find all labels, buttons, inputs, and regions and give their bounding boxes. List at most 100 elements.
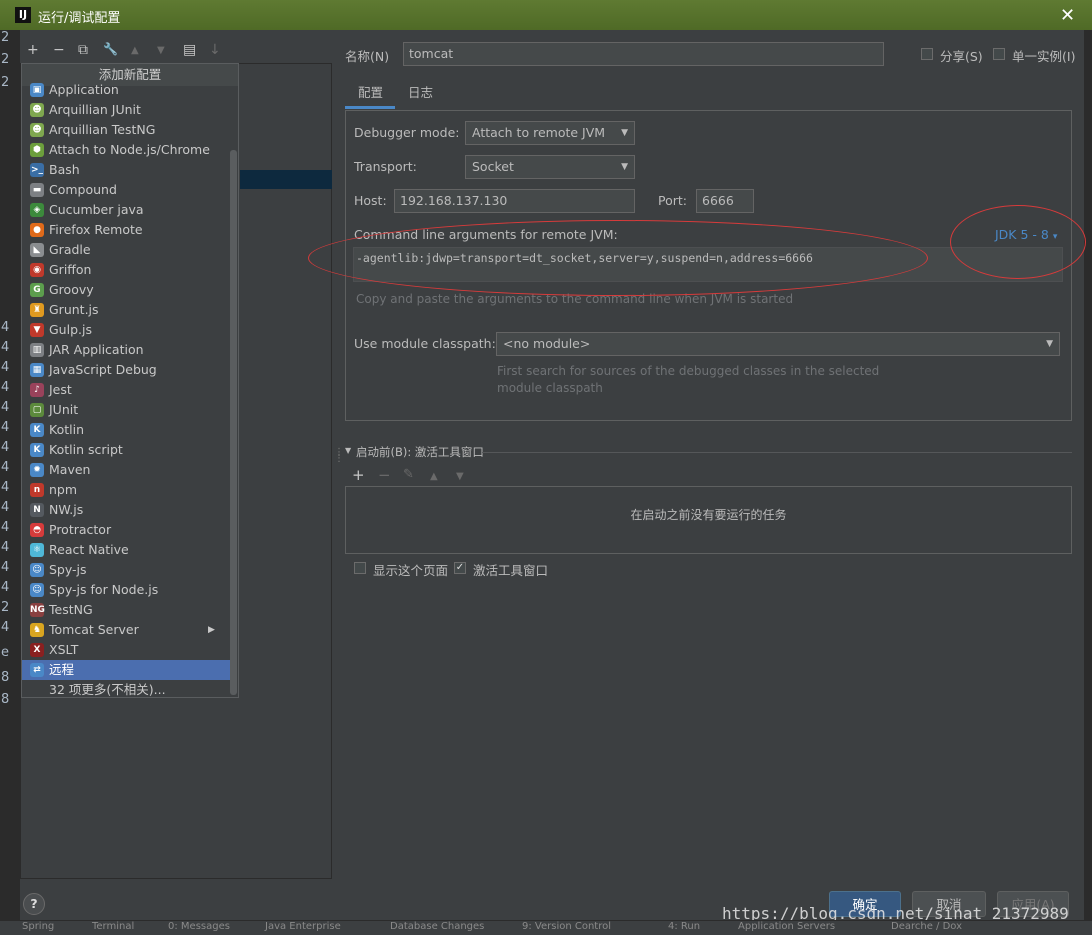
show-page-checkbox[interactable]	[354, 562, 366, 574]
bottom-tool-tab[interactable]: Java Enterprise	[265, 921, 341, 932]
move-up-icon[interactable]: ▲	[131, 45, 139, 56]
gutter-char: 4	[1, 580, 10, 595]
before-launch-edit-icon[interactable]: ✎	[403, 467, 414, 482]
transport-label: Transport:	[354, 159, 417, 174]
folder-icon: ▬	[30, 183, 44, 197]
popup-item-7[interactable]: ◈ Cucumber java	[22, 200, 230, 220]
popup-item-15[interactable]: ▦ JavaScript Debug	[22, 360, 230, 380]
remove-config-icon[interactable]: −	[53, 42, 65, 58]
bottom-tool-tab[interactable]: Terminal	[92, 921, 134, 932]
popup-item-13[interactable]: ▼ Gulp.js	[22, 320, 230, 340]
application-icon: ▣	[30, 83, 44, 97]
transport-select[interactable]: Socket ▼	[465, 155, 635, 179]
popup-item-19[interactable]: K Kotlin script	[22, 440, 230, 460]
bottom-tool-tab[interactable]: Spring	[22, 921, 54, 932]
popup-item-24[interactable]: ⚛ React Native	[22, 540, 230, 560]
before-launch-down-icon[interactable]: ▼	[456, 471, 464, 482]
sort-icon[interactable]: ↓	[209, 42, 221, 58]
single-instance-checkbox[interactable]	[993, 48, 1005, 60]
popup-scrollbar[interactable]	[230, 150, 237, 695]
move-down-icon[interactable]: ▼	[157, 45, 165, 56]
close-window-icon[interactable]: ✕	[1060, 5, 1075, 26]
popup-item-28[interactable]: ♞ Tomcat Server ▶	[22, 620, 230, 640]
activate-window-checkbox[interactable]: ✓	[454, 562, 466, 574]
host-input[interactable]: 192.168.137.130	[394, 189, 635, 213]
debugger-mode-select[interactable]: Attach to remote JVM ▼	[465, 121, 635, 145]
popup-item-21[interactable]: n npm	[22, 480, 230, 500]
popup-item-2[interactable]: ☻ Arquillian JUnit	[22, 100, 230, 120]
before-launch-remove-icon[interactable]: −	[378, 466, 391, 484]
gutter-char: 4	[1, 440, 10, 455]
before-launch-task-list[interactable]: 在启动之前没有要运行的任务	[345, 486, 1072, 554]
tree-selected-row[interactable]	[240, 170, 332, 189]
module-classpath-select[interactable]: <no module> ▼	[496, 332, 1060, 356]
arquillian-icon: ☻	[30, 103, 44, 117]
gutter-char: 8	[1, 692, 10, 707]
popup-item-label: Kotlin	[49, 422, 84, 437]
popup-item-25[interactable]: ☺ Spy-js	[22, 560, 230, 580]
copy-config-icon[interactable]: ⧉	[78, 42, 88, 58]
bottom-tool-tab[interactable]: Application Servers	[738, 921, 835, 932]
popup-item-22[interactable]: N NW.js	[22, 500, 230, 520]
before-launch-divider	[482, 452, 1072, 453]
testng-icon: NG	[30, 603, 45, 617]
popup-item-9[interactable]: ◣ Gradle	[22, 240, 230, 260]
add-new-config-popup[interactable]: 添加新配置 ▣ Application ☻ Arquillian JUnit ☻ Arqu…	[21, 63, 239, 698]
share-checkbox[interactable]	[921, 48, 933, 60]
popup-item-18[interactable]: K Kotlin	[22, 420, 230, 440]
before-launch-title: 启动前(B): 激活工具窗口	[356, 445, 484, 459]
annotation-ellipse-cmdline	[308, 220, 928, 296]
splitter-handle[interactable]: ⋮ ⋮	[334, 448, 344, 464]
background-editor-gutter	[0, 30, 20, 920]
spyjs-icon: ☺	[30, 563, 44, 577]
before-launch-toggle-icon[interactable]: ▼	[345, 446, 351, 455]
popup-item-27[interactable]: NG TestNG	[22, 600, 230, 620]
bottom-tool-tab[interactable]: 4: Run	[668, 921, 700, 932]
popup-item-3[interactable]: ☻ Arquillian TestNG	[22, 120, 230, 140]
popup-item-20[interactable]: ✹ Maven	[22, 460, 230, 480]
debugger-mode-label: Debugger mode:	[354, 125, 460, 140]
popup-item-31[interactable]: 32 项更多(不相关)...	[22, 680, 230, 697]
share-label: 分享(S)	[940, 49, 983, 64]
popup-item-17[interactable]: ▢ JUnit	[22, 400, 230, 420]
submenu-arrow-icon: ▶	[208, 625, 215, 635]
popup-item-26[interactable]: ☺ Spy-js for Node.js	[22, 580, 230, 600]
tab-logs[interactable]: 日志	[408, 84, 433, 110]
popup-item-11[interactable]: G Groovy	[22, 280, 230, 300]
bottom-tool-tab[interactable]: Database Changes	[390, 921, 484, 932]
popup-item-label: Protractor	[49, 522, 112, 537]
bottom-tool-tab[interactable]: Dearche / Dox	[891, 921, 962, 932]
name-input[interactable]: tomcat	[403, 42, 884, 66]
popup-item-29[interactable]: X XSLT	[22, 640, 230, 660]
popup-item-label: Spy-js	[49, 562, 87, 577]
popup-item-4[interactable]: ⬢ Attach to Node.js/Chrome	[22, 140, 230, 160]
popup-item-label: Griffon	[49, 262, 92, 277]
background-editor-right	[1084, 30, 1092, 920]
popup-item-12[interactable]: ♜ Grunt.js	[22, 300, 230, 320]
help-button[interactable]: ?	[23, 893, 45, 915]
popup-item-label: Compound	[49, 182, 117, 197]
module-classpath-label: Use module classpath:	[354, 336, 496, 351]
port-input[interactable]: 6666	[696, 189, 754, 213]
kotlin-icon: K	[30, 423, 44, 437]
gutter-char: 4	[1, 320, 10, 335]
popup-item-16[interactable]: ♪ Jest	[22, 380, 230, 400]
bottom-tool-tab[interactable]: 0: Messages	[168, 921, 230, 932]
gradle-icon: ◣	[30, 243, 44, 257]
popup-item-label: Tomcat Server	[49, 622, 139, 637]
popup-item-14[interactable]: ▥ JAR Application	[22, 340, 230, 360]
popup-item-8[interactable]: ● Firefox Remote	[22, 220, 230, 240]
popup-item-1[interactable]: ▣ Application	[22, 80, 230, 100]
popup-item-6[interactable]: ▬ Compound	[22, 180, 230, 200]
wrench-icon[interactable]: 🔧	[103, 42, 118, 56]
before-launch-up-icon[interactable]: ▲	[430, 471, 438, 482]
before-launch-add-icon[interactable]: +	[352, 466, 365, 484]
popup-item-5[interactable]: >_ Bash	[22, 160, 230, 180]
popup-item-10[interactable]: ◉ Griffon	[22, 260, 230, 280]
folder-icon[interactable]: ▤	[183, 42, 196, 58]
popup-item-23[interactable]: ◓ Protractor	[22, 520, 230, 540]
gutter-char: 4	[1, 340, 10, 355]
bottom-tool-tab[interactable]: 9: Version Control	[522, 921, 611, 932]
popup-item-30[interactable]: ⇄ 远程	[22, 660, 230, 680]
add-config-icon[interactable]: +	[27, 42, 39, 58]
